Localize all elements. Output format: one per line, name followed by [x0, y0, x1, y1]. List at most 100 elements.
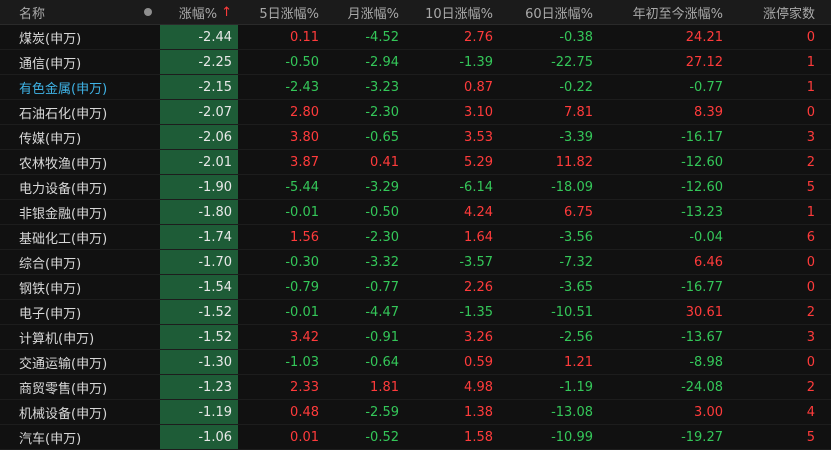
- cell-limit-up-count: 0: [806, 29, 815, 45]
- column-header-5day[interactable]: 5日涨幅%: [238, 0, 325, 24]
- column-header-marker[interactable]: [136, 0, 160, 24]
- cell-5day: -0.79: [285, 279, 319, 295]
- sector-name: 通信(申万): [19, 56, 82, 72]
- table-row[interactable]: 汽车(申万) -1.06 0.01 -0.52 1.58 -10.99 -19.27 5: [0, 425, 831, 450]
- cell-month: -0.65: [365, 129, 399, 145]
- table-row[interactable]: 石油石化(申万) -2.07 2.80 -2.30 3.10 7.81 8.39 0: [0, 100, 831, 125]
- table-row[interactable]: 交通运输(申万) -1.30 -1.03 -0.64 0.59 1.21 -8.98 0: [0, 350, 831, 375]
- cell-change: -1.23: [160, 375, 238, 399]
- cell-ytd: -12.60: [681, 154, 723, 170]
- cell-change: -1.80: [160, 200, 238, 224]
- cell-60day: -3.56: [559, 229, 593, 245]
- cell-sector-name[interactable]: 汽车(申万): [0, 425, 136, 449]
- table-body: 煤炭(申万) -2.44 0.11 -4.52 2.76 -0.38 24.21 0 通信(申万…: [0, 25, 831, 450]
- sector-name: 非银金融(申万): [19, 206, 108, 222]
- column-header-change-label: 涨幅%: [178, 6, 218, 22]
- cell-ytd: 6.46: [694, 254, 723, 270]
- cell-marker: [136, 175, 160, 199]
- cell-10day: 2.26: [464, 279, 493, 295]
- cell-ytd: 30.61: [685, 304, 723, 320]
- cell-sector-name[interactable]: 石油石化(申万): [0, 100, 136, 124]
- cell-10day: 1.38: [464, 404, 493, 420]
- table-row[interactable]: 传媒(申万) -2.06 3.80 -0.65 3.53 -3.39 -16.17 3: [0, 125, 831, 150]
- column-header-change[interactable]: 涨幅% ↑: [160, 0, 238, 24]
- cell-sector-name[interactable]: 传媒(申万): [0, 125, 136, 149]
- cell-5day: -0.30: [285, 254, 319, 270]
- table-row[interactable]: 农林牧渔(申万) -2.01 3.87 0.41 5.29 11.82 -12.60 2: [0, 150, 831, 175]
- table-row[interactable]: 通信(申万) -2.25 -0.50 -2.94 -1.39 -22.75 27.12 1: [0, 50, 831, 75]
- column-header-month[interactable]: 月涨幅%: [325, 0, 405, 24]
- cell-sector-name[interactable]: 煤炭(申万): [0, 25, 136, 49]
- cell-limit-up-count: 6: [806, 229, 815, 245]
- cell-sector-name[interactable]: 农林牧渔(申万): [0, 150, 136, 174]
- table-row[interactable]: 机械设备(申万) -1.19 0.48 -2.59 1.38 -13.08 3.00 4: [0, 400, 831, 425]
- cell-10day: 1.58: [464, 429, 493, 445]
- table-row[interactable]: 煤炭(申万) -2.44 0.11 -4.52 2.76 -0.38 24.21 0: [0, 25, 831, 50]
- column-header-10day[interactable]: 10日涨幅%: [405, 0, 499, 24]
- cell-sector-name[interactable]: 非银金融(申万): [0, 200, 136, 224]
- cell-limit-up-count: 5: [806, 429, 815, 445]
- cell-limit-up-count: 1: [806, 204, 815, 220]
- column-header-name[interactable]: 名称: [0, 0, 136, 24]
- cell-ytd: -19.27: [681, 429, 723, 445]
- cell-ytd: -12.60: [681, 179, 723, 195]
- cell-5day: -0.01: [285, 204, 319, 220]
- table-row[interactable]: 电子(申万) -1.52 -0.01 -4.47 -1.35 -10.51 30.61 2: [0, 300, 831, 325]
- cell-change: -2.06: [160, 125, 238, 149]
- sector-name: 交通运输(申万): [19, 356, 108, 372]
- cell-change: -2.44: [160, 25, 238, 49]
- table-row[interactable]: 计算机(申万) -1.52 3.42 -0.91 3.26 -2.56 -13.67 3: [0, 325, 831, 350]
- cell-sector-name[interactable]: 基础化工(申万): [0, 225, 136, 249]
- sector-name: 有色金属(申万): [19, 81, 108, 97]
- table-row[interactable]: 商贸零售(申万) -1.23 2.33 1.81 4.98 -1.19 -24.08 2: [0, 375, 831, 400]
- cell-sector-name[interactable]: 机械设备(申万): [0, 400, 136, 424]
- column-header-60day[interactable]: 60日涨幅%: [499, 0, 599, 24]
- cell-60day: -22.75: [551, 54, 593, 70]
- cell-month: -0.77: [365, 279, 399, 295]
- cell-5day: 0.01: [290, 429, 319, 445]
- cell-limit-up-count: 2: [806, 304, 815, 320]
- cell-sector-name[interactable]: 交通运输(申万): [0, 350, 136, 374]
- cell-limit-up-count: 0: [806, 254, 815, 270]
- table-row[interactable]: 综合(申万) -1.70 -0.30 -3.32 -3.57 -7.32 6.46 0: [0, 250, 831, 275]
- cell-limit-up-count: 0: [806, 104, 815, 120]
- cell-5day: 0.48: [290, 404, 319, 420]
- cell-10day: 0.87: [464, 79, 493, 95]
- column-header-ytd[interactable]: 年初至今涨幅%: [599, 0, 729, 24]
- cell-sector-name[interactable]: 通信(申万): [0, 50, 136, 74]
- cell-10day: -6.14: [459, 179, 493, 195]
- cell-limit-up-count: 2: [806, 154, 815, 170]
- cell-60day: -0.22: [559, 79, 593, 95]
- cell-sector-name[interactable]: 电子(申万): [0, 300, 136, 324]
- cell-change: -1.52: [160, 325, 238, 349]
- table-row[interactable]: 钢铁(申万) -1.54 -0.79 -0.77 2.26 -3.65 -16.77 0: [0, 275, 831, 300]
- cell-60day: -18.09: [551, 179, 593, 195]
- cell-10day: 3.53: [464, 129, 493, 145]
- cell-month: -0.91: [365, 329, 399, 345]
- cell-sector-name[interactable]: 计算机(申万): [0, 325, 136, 349]
- cell-sector-name[interactable]: 商贸零售(申万): [0, 375, 136, 399]
- table-row[interactable]: 电力设备(申万) -1.90 -5.44 -3.29 -6.14 -18.09 -12.60…: [0, 175, 831, 200]
- cell-ytd: -0.04: [689, 229, 723, 245]
- sector-name: 基础化工(申万): [19, 231, 108, 247]
- cell-month: -0.50: [365, 204, 399, 220]
- cell-sector-name[interactable]: 综合(申万): [0, 250, 136, 274]
- cell-change: -2.15: [160, 75, 238, 99]
- table-row[interactable]: 非银金融(申万) -1.80 -0.01 -0.50 4.24 6.75 -13.23 1: [0, 200, 831, 225]
- cell-sector-name[interactable]: 电力设备(申万): [0, 175, 136, 199]
- cell-limit-up-count: 5: [806, 179, 815, 195]
- cell-sector-name[interactable]: 有色金属(申万): [0, 75, 136, 99]
- table-row[interactable]: 基础化工(申万) -1.74 1.56 -2.30 1.64 -3.56 -0.04 6: [0, 225, 831, 250]
- cell-marker: [136, 375, 160, 399]
- column-header-limit-up[interactable]: 涨停家数: [729, 0, 831, 24]
- table-header: 名称 涨幅% ↑ 5日涨幅% 月涨幅% 10日涨幅% 60日涨幅% 年初至今涨幅%…: [0, 0, 831, 25]
- sector-name: 传媒(申万): [19, 131, 82, 147]
- cell-change: -1.06: [160, 425, 238, 449]
- cell-month: -2.94: [365, 54, 399, 70]
- cell-sector-name[interactable]: 钢铁(申万): [0, 275, 136, 299]
- cell-marker: [136, 300, 160, 324]
- table-row[interactable]: 有色金属(申万) -2.15 -2.43 -3.23 0.87 -0.22 -0.77 1: [0, 75, 831, 100]
- cell-60day: -3.65: [559, 279, 593, 295]
- cell-5day: -2.43: [285, 79, 319, 95]
- cell-change: -2.01: [160, 150, 238, 174]
